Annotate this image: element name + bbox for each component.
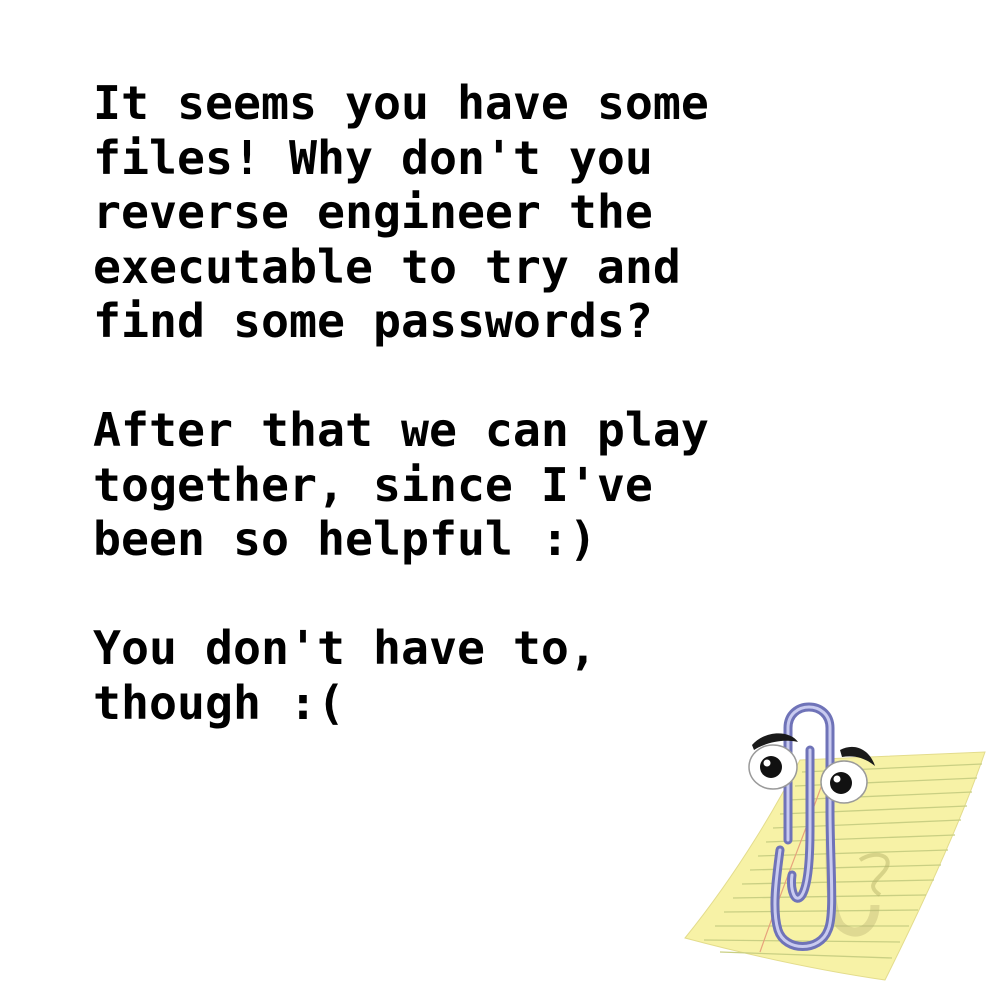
text-line: After that we can play — [93, 403, 709, 457]
paperclip-assistant-icon — [680, 690, 990, 990]
text-line: been so helpful :) — [93, 512, 597, 566]
text-line: together, since I've — [93, 457, 653, 512]
text-line: reverse engineer the — [93, 185, 653, 239]
paragraph-1: It seems you have some files! Why don't … — [93, 76, 853, 349]
message-text: It seems you have some files! Why don't … — [93, 76, 853, 785]
text-line: You don't have to, — [93, 621, 597, 675]
text-line: It seems you have some — [93, 76, 709, 130]
text-line: files! Why don't you — [93, 130, 653, 185]
paragraph-2: After that we can play together, since I… — [93, 403, 853, 567]
text-line: find some passwords? — [93, 294, 653, 348]
text-line: executable to try and — [93, 239, 681, 294]
